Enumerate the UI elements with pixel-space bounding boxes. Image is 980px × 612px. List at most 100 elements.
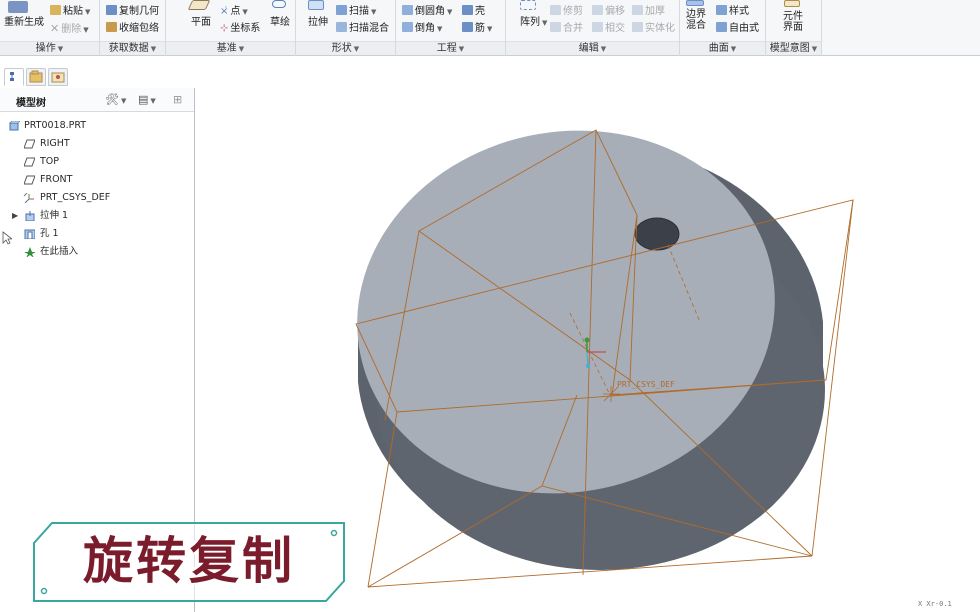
group-label-text: 曲面 (708, 43, 729, 54)
freestyle-button[interactable]: 自由式 (716, 22, 759, 35)
csys-icon (23, 193, 34, 203)
group-label-get-data: 获取数据 ▼ (100, 41, 165, 55)
point-button[interactable]: ×̇ 点 ▼ (220, 5, 248, 19)
ribbon: 重新生成 粘贴 ▼ ✕ 删除 ▼ 操作 ▼ 复制几何 收缩包络 获取数据 ▼ 平面 ×̇ 点… (0, 0, 980, 56)
chevron-down-icon: ▼ (150, 45, 157, 53)
tree-item-part[interactable]: PRT0018.PRT (0, 118, 190, 134)
hole-icon (24, 229, 35, 239)
freestyle-label: 自由式 (729, 23, 759, 34)
trim-label: 修剪 (563, 6, 583, 17)
shell-button[interactable]: 壳 (462, 5, 485, 18)
chevron-down-icon: ▼ (458, 45, 465, 53)
group-model-intent: 元件 界面 模型意图 ▼ (766, 0, 822, 56)
chevron-down-icon: ▼ (437, 25, 443, 33)
group-label-text: 形状 (331, 43, 352, 54)
copy-geometry-label: 复制几何 (119, 6, 159, 17)
paste-button[interactable]: 粘贴 ▼ (50, 5, 90, 19)
chamfer-label: 倒角 (415, 23, 435, 34)
boundary-blend-label-2: 混合 (686, 20, 706, 31)
sketch-button[interactable]: 草绘 (270, 16, 290, 29)
copy-geometry-icon (106, 5, 117, 15)
chevron-down-icon: ▼ (242, 8, 248, 16)
offset-button[interactable]: 偏移 (592, 5, 625, 18)
tree-item-extrude[interactable]: ▶ 拉伸 1 (0, 208, 190, 224)
regenerate-button[interactable]: 重新生成 (4, 16, 44, 29)
copy-geometry-button[interactable]: 复制几何 (106, 5, 159, 18)
extrude-button[interactable]: 拉伸 (308, 16, 328, 29)
group-surfaces: 边界 混合 样式 自由式 曲面 ▼ (680, 0, 766, 56)
tree-item-label: PRT_CSYS_DEF (40, 192, 111, 203)
tree-item-label: TOP (40, 156, 60, 167)
datum-plane-icon (24, 175, 35, 185)
group-label-editing: 编辑 ▼ (506, 41, 679, 55)
tree-show-button[interactable]: ▤ ▼ (138, 93, 156, 106)
extrude-icon (25, 211, 35, 221)
csys-label: PRT_CSYS_DEF (617, 380, 675, 389)
chevron-down-icon: ▼ (371, 8, 377, 16)
point-icon: ×̇ (220, 6, 229, 17)
sweep-button[interactable]: 扫描 ▼ (336, 5, 376, 19)
model-tree-header: 模型树 🛠 ▼ ▤ ▼ ⊞ (0, 88, 194, 112)
chamfer-button[interactable]: 倒角 ▼ (402, 22, 442, 36)
paste-icon (50, 5, 61, 15)
group-datum: 平面 ×̇ 点 ▼ ⊹ 坐标系 草绘 基准 ▼ (166, 0, 296, 56)
thicken-button[interactable]: 加厚 (632, 5, 665, 18)
solidify-icon (632, 22, 643, 32)
part-icon (9, 121, 20, 131)
sketch-icon (272, 0, 286, 8)
component-interface-icon (784, 0, 800, 7)
trim-icon (550, 5, 561, 15)
group-editing: 阵列 ▼ 修剪 合并 偏移 相交 加厚 实体化 编辑 ▼ (506, 0, 680, 56)
datum-plane-icon (24, 157, 35, 167)
component-interface-button[interactable]: 元件 界面 (783, 11, 803, 33)
mouse-cursor-icon (2, 231, 12, 245)
tab-favorites[interactable] (48, 68, 68, 86)
swept-blend-button[interactable]: 扫描混合 (336, 22, 389, 35)
group-shapes: 拉伸 扫描 ▼ 扫描混合 形状 ▼ (296, 0, 396, 56)
tree-item-front[interactable]: FRONT (0, 172, 190, 188)
chamfer-icon (402, 22, 413, 32)
intersect-button[interactable]: 相交 (592, 22, 625, 35)
sweep-icon (336, 5, 347, 15)
style-button[interactable]: 样式 (716, 5, 749, 18)
round-label: 倒圆角 (415, 6, 445, 17)
boundary-blend-button[interactable]: 边界 混合 (686, 9, 706, 31)
group-label-text: 基准 (216, 43, 237, 54)
component-interface-label-1: 元件 (783, 11, 803, 22)
merge-button[interactable]: 合并 (550, 22, 583, 35)
pattern-button[interactable]: 阵列 ▼ (520, 16, 547, 30)
csys-icon: ⊹ (220, 23, 229, 34)
rib-button[interactable]: 筋 ▼ (462, 22, 492, 36)
tree-filter-button[interactable]: ⊞ (173, 93, 182, 106)
trim-button[interactable]: 修剪 (550, 5, 583, 18)
solidify-button[interactable]: 实体化 (632, 22, 675, 35)
offset-icon (592, 5, 603, 15)
intersect-label: 相交 (605, 23, 625, 34)
tab-folder-browser[interactable] (26, 68, 46, 86)
merge-icon (550, 22, 561, 32)
paste-label: 粘贴 (63, 6, 83, 17)
tree-item-csys[interactable]: PRT_CSYS_DEF (0, 190, 190, 206)
chevron-down-icon: ▼ (120, 97, 127, 105)
tree-item-right[interactable]: RIGHT (0, 136, 190, 152)
shell-icon (462, 5, 473, 15)
plane-button[interactable]: 平面 (191, 16, 211, 29)
datum-plane-icon (24, 139, 35, 149)
csys-button[interactable]: ⊹ 坐标系 (220, 22, 260, 35)
round-button[interactable]: 倒圆角 ▼ (402, 5, 452, 19)
csys-z-tip (586, 364, 590, 368)
tree-item-hole[interactable]: 孔 1 (0, 226, 190, 242)
chevron-down-icon: ▼ (730, 45, 737, 53)
tree-settings-button[interactable]: 🛠 ▼ (105, 93, 126, 106)
tree-item-insert-here[interactable]: 在此插入 (0, 244, 190, 260)
group-label-datum: 基准 ▼ (166, 41, 295, 55)
chevron-down-icon: ▼ (600, 45, 607, 53)
rib-icon (462, 22, 473, 32)
chevron-down-icon: ▼ (57, 45, 64, 53)
delete-button[interactable]: ✕ 删除 ▼ (50, 22, 89, 37)
expand-arrow-icon[interactable]: ▶ (12, 208, 18, 224)
shrinkwrap-button[interactable]: 收缩包络 (106, 22, 159, 35)
tab-model-tree[interactable] (4, 68, 24, 86)
favorites-icon (51, 72, 65, 83)
tree-item-top[interactable]: TOP (0, 154, 190, 170)
